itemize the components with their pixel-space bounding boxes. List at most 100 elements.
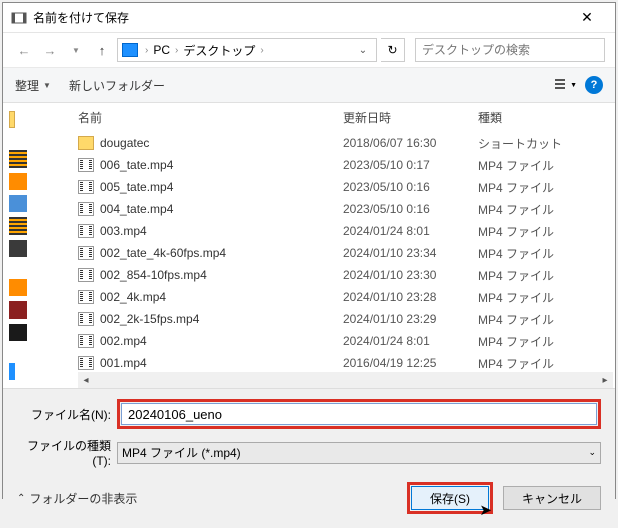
file-name: 002_tate_4k-60fps.mp4: [100, 246, 226, 260]
file-row[interactable]: dougatec2018/06/07 16:30ショートカット: [78, 132, 615, 154]
breadcrumb-folder[interactable]: デスクトップ: [183, 42, 255, 59]
sidebar-item[interactable]: [9, 111, 15, 128]
chevron-right-icon: ›: [142, 45, 151, 56]
search-input[interactable]: [416, 43, 604, 57]
sidebar: [3, 103, 48, 388]
file-row[interactable]: 004_tate.mp42023/05/10 0:16MP4 ファイル: [78, 198, 615, 220]
file-date: 2024/01/24 8:01: [343, 224, 478, 238]
chevron-right-icon: ›: [257, 45, 266, 56]
file-name: 002_2k-15fps.mp4: [100, 312, 199, 326]
file-type: MP4 ファイル: [478, 179, 588, 196]
sidebar-item[interactable]: [9, 195, 27, 212]
file-row[interactable]: 002_854-10fps.mp4 2024/01/10 23:30MP4 ファイ…: [78, 264, 615, 286]
video-file-icon: [78, 356, 94, 370]
file-date: 2024/01/24 8:01: [343, 334, 478, 348]
col-name[interactable]: 名前: [78, 109, 343, 126]
video-file-icon: [78, 312, 94, 326]
file-type: MP4 ファイル: [478, 223, 588, 240]
hide-folders-toggle[interactable]: ⌃ フォルダーの非表示: [17, 490, 137, 507]
sidebar-item[interactable]: [9, 279, 27, 296]
cancel-button[interactable]: キャンセル: [503, 486, 601, 510]
file-row[interactable]: 002_2k-15fps.mp4 2024/01/10 23:29MP4 ファイル: [78, 308, 615, 330]
sidebar-item[interactable]: [9, 240, 27, 257]
save-dialog: 名前を付けて保存 ✕ ← → ▼ ↑ › PC › デスクトップ › ⌄ ↻ 整…: [2, 2, 616, 499]
recent-dropdown[interactable]: ▼: [65, 39, 87, 61]
filename-input[interactable]: [121, 403, 597, 425]
dialog-title: 名前を付けて保存: [33, 9, 567, 26]
nav-row: ← → ▼ ↑ › PC › デスクトップ › ⌄ ↻: [3, 33, 615, 67]
video-file-icon: [78, 180, 94, 194]
file-row[interactable]: 003.mp42024/01/24 8:01MP4 ファイル: [78, 220, 615, 242]
video-file-icon: [78, 202, 94, 216]
filename-label: ファイル名(N):: [17, 406, 117, 423]
file-row[interactable]: 001.mp42016/04/19 12:25MP4 ファイル: [78, 352, 615, 374]
video-file-icon: [78, 158, 94, 172]
save-highlight: 保存(S) ➤: [407, 482, 493, 514]
filetype-select[interactable]: MP4 ファイル (*.mp4) ⌄: [117, 442, 601, 464]
chevron-right-icon: ›: [172, 45, 181, 56]
help-button[interactable]: ?: [585, 76, 603, 94]
sidebar-item[interactable]: [9, 173, 27, 190]
breadcrumb-pc[interactable]: PC: [153, 43, 170, 57]
col-type[interactable]: 種類: [478, 109, 588, 126]
sidebar-item[interactable]: [9, 363, 15, 380]
organize-button[interactable]: 整理: [15, 77, 39, 94]
main-area: 名前 更新日時 種類 dougatec2018/06/07 16:30ショートカ…: [3, 103, 615, 388]
refresh-button[interactable]: ↻: [381, 38, 405, 62]
horizontal-scrollbar[interactable]: ◂ ▸: [78, 372, 613, 388]
file-date: 2024/01/10 23:30: [343, 268, 478, 282]
file-date: 2024/01/10 23:34: [343, 246, 478, 260]
video-file-icon: [78, 224, 94, 238]
file-row[interactable]: 002_tate_4k-60fps.mp42024/01/10 23:34MP4…: [78, 242, 615, 264]
sidebar-item[interactable]: [9, 217, 27, 234]
file-name: 005_tate.mp4: [100, 180, 173, 194]
file-type: MP4 ファイル: [478, 311, 588, 328]
chevron-down-icon: ▼: [43, 81, 51, 90]
scroll-left-icon[interactable]: ◂: [78, 375, 94, 386]
col-date[interactable]: 更新日時: [343, 109, 478, 126]
file-type: MP4 ファイル: [478, 267, 588, 284]
file-name: 002.mp4: [100, 334, 147, 348]
chevron-down-icon: ⌄: [588, 447, 596, 458]
filetype-label: ファイルの種類(T):: [17, 437, 117, 468]
breadcrumb[interactable]: › PC › デスクトップ › ⌄: [117, 38, 377, 62]
file-type: MP4 ファイル: [478, 355, 588, 372]
search-box[interactable]: [415, 38, 605, 62]
video-file-icon: [78, 334, 94, 348]
pc-icon: [122, 43, 138, 57]
file-row[interactable]: 002_4k.mp4 2024/01/10 23:28MP4 ファイル: [78, 286, 615, 308]
file-row[interactable]: 002.mp4 2024/01/24 8:01MP4 ファイル: [78, 330, 615, 352]
file-row[interactable]: 005_tate.mp42023/05/10 0:16MP4 ファイル: [78, 176, 615, 198]
file-type: MP4 ファイル: [478, 201, 588, 218]
up-button[interactable]: ↑: [91, 39, 113, 61]
file-date: 2024/01/10 23:28: [343, 290, 478, 304]
sidebar-item[interactable]: [9, 301, 27, 318]
back-button[interactable]: ←: [13, 39, 35, 61]
filename-highlight: [117, 399, 601, 429]
close-button[interactable]: ✕: [567, 4, 607, 32]
file-type: ショートカット: [478, 135, 588, 152]
save-button[interactable]: 保存(S): [411, 486, 489, 510]
file-name: dougatec: [100, 136, 149, 150]
app-icon: [11, 10, 27, 26]
file-name: 002_4k.mp4: [100, 290, 166, 304]
folder-icon: [78, 136, 94, 150]
file-date: 2016/04/19 12:25: [343, 356, 478, 370]
bottom-panel: ファイル名(N): ファイルの種類(T): MP4 ファイル (*.mp4) ⌄…: [3, 388, 615, 528]
file-date: 2023/05/10 0:16: [343, 202, 478, 216]
new-folder-button[interactable]: 新しいフォルダー: [69, 77, 165, 94]
file-type: MP4 ファイル: [478, 289, 588, 306]
filetype-value: MP4 ファイル (*.mp4): [122, 444, 241, 461]
scroll-right-icon[interactable]: ▸: [597, 375, 613, 386]
view-options-button[interactable]: ▼: [555, 74, 577, 96]
file-date: 2024/01/10 23:29: [343, 312, 478, 326]
file-name: 002_854-10fps.mp4: [100, 268, 207, 282]
video-file-icon: [78, 246, 94, 260]
sidebar-item[interactable]: [9, 324, 27, 341]
file-type: MP4 ファイル: [478, 333, 588, 350]
forward-button[interactable]: →: [39, 39, 61, 61]
path-dropdown[interactable]: ⌄: [354, 45, 372, 56]
file-row[interactable]: 006_tate.mp42023/05/10 0:17MP4 ファイル: [78, 154, 615, 176]
file-list[interactable]: 名前 更新日時 種類 dougatec2018/06/07 16:30ショートカ…: [48, 103, 615, 388]
sidebar-item[interactable]: [9, 150, 27, 167]
